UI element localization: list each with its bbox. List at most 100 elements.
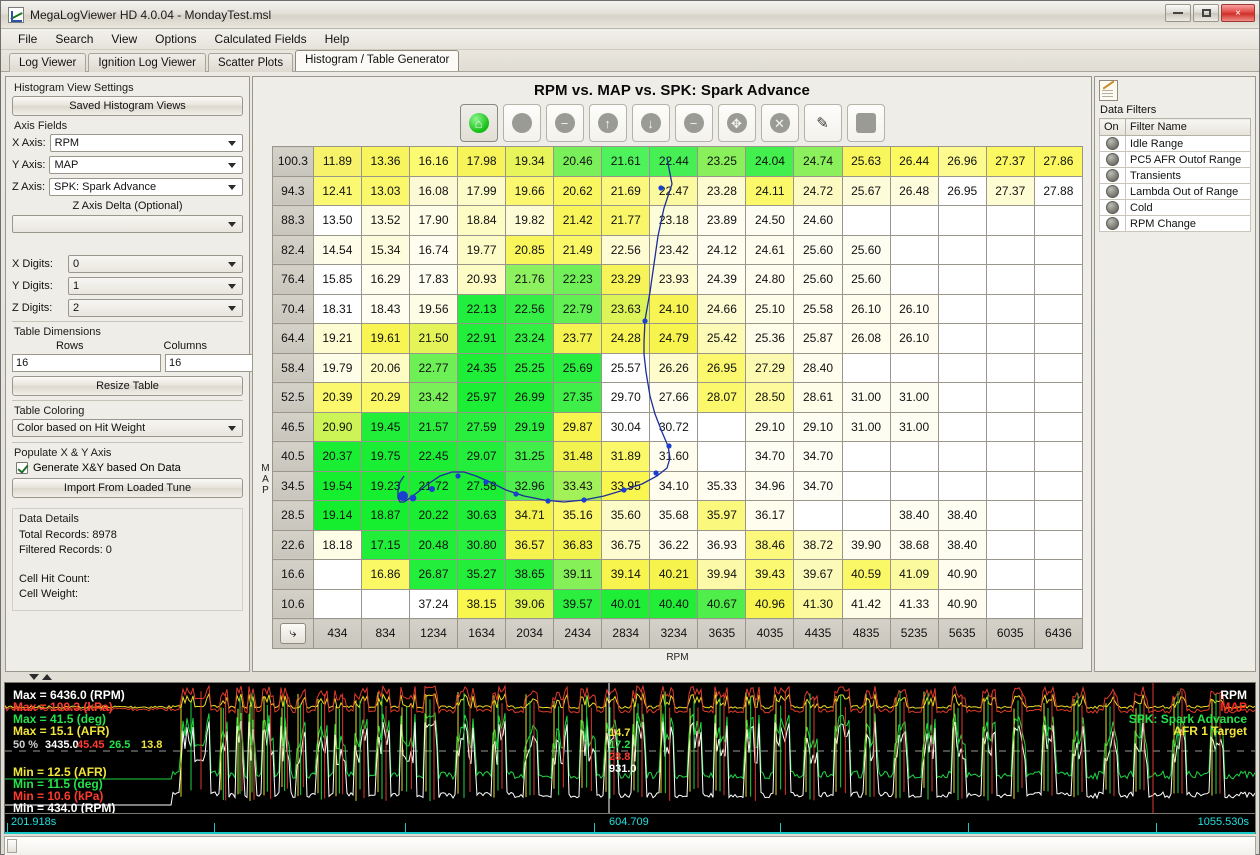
data-cell[interactable]: 35.60 — [601, 500, 651, 531]
data-cell[interactable]: 39.06 — [505, 588, 555, 619]
data-cell[interactable]: 12.41 — [312, 175, 362, 206]
column-header-cell[interactable]: 5235 — [889, 618, 939, 649]
filter-toggle-cell[interactable] — [1099, 151, 1126, 168]
data-cell[interactable]: 27.88 — [1033, 175, 1084, 206]
data-cell[interactable]: 21.50 — [408, 323, 459, 354]
data-cell[interactable] — [360, 588, 410, 619]
column-header-cell[interactable]: 1634 — [457, 618, 507, 649]
data-cell[interactable]: 25.60 — [793, 264, 843, 295]
data-cell[interactable]: 27.37 — [985, 175, 1035, 206]
data-cell[interactable]: 18.87 — [360, 500, 410, 531]
data-cell[interactable]: 31.00 — [889, 411, 939, 442]
data-cell[interactable] — [697, 441, 747, 472]
data-cell[interactable]: 24.39 — [697, 264, 747, 295]
horizontal-scrollbar[interactable] — [4, 836, 1256, 855]
data-cell[interactable] — [1033, 234, 1084, 265]
data-cell[interactable]: 19.34 — [505, 146, 555, 177]
filter-row[interactable]: Lambda Out of Range — [1099, 183, 1251, 200]
x-digits-select[interactable]: 0 — [68, 255, 243, 273]
data-cell[interactable]: 20.85 — [505, 234, 555, 265]
data-cell[interactable]: 38.46 — [745, 529, 795, 560]
data-cell[interactable] — [1033, 264, 1084, 295]
data-cell[interactable]: 22.23 — [553, 264, 603, 295]
data-cell[interactable] — [889, 470, 939, 501]
data-cell[interactable]: 20.22 — [408, 500, 459, 531]
data-cell[interactable]: 33.43 — [553, 470, 603, 501]
data-cell[interactable] — [985, 441, 1035, 472]
data-cell[interactable] — [937, 293, 987, 324]
data-cell[interactable] — [1033, 293, 1084, 324]
data-cell[interactable]: 39.11 — [553, 559, 603, 590]
toolbar-button-arrow-up[interactable]: ↑ — [588, 104, 627, 142]
data-cell[interactable]: 20.62 — [553, 175, 603, 206]
data-cell[interactable] — [937, 470, 987, 501]
data-cell[interactable] — [1033, 352, 1084, 383]
data-cell[interactable]: 24.35 — [457, 352, 507, 383]
filter-led-icon[interactable] — [1106, 201, 1119, 214]
data-cell[interactable] — [985, 500, 1035, 531]
toolbar-button-circle[interactable] — [502, 104, 541, 142]
table-corner-cell[interactable]: ⤷ — [271, 618, 314, 649]
toolbar-button-target[interactable]: ✥ — [717, 104, 756, 142]
collapse-up-icon[interactable] — [42, 674, 52, 680]
data-cell[interactable]: 24.04 — [745, 146, 795, 177]
menu-calculated-fields[interactable]: Calculated Fields — [206, 30, 316, 48]
data-cell[interactable]: 19.56 — [408, 293, 459, 324]
data-cell[interactable]: 21.42 — [553, 205, 603, 236]
tab-histogram-table-generator[interactable]: Histogram / Table Generator — [295, 50, 460, 71]
column-header-cell[interactable]: 434 — [312, 618, 362, 649]
row-header-cell[interactable]: 94.3 — [271, 175, 314, 206]
data-cell[interactable]: 19.75 — [360, 441, 410, 472]
data-cell[interactable]: 30.80 — [457, 529, 507, 560]
data-cell[interactable]: 38.65 — [505, 559, 555, 590]
data-cell[interactable]: 36.22 — [649, 529, 699, 560]
data-cell[interactable]: 22.91 — [457, 323, 507, 354]
data-cell[interactable]: 31.48 — [553, 441, 603, 472]
data-cell[interactable]: 40.59 — [841, 559, 891, 590]
data-cell[interactable] — [985, 323, 1035, 354]
data-cell[interactable]: 19.82 — [505, 205, 555, 236]
data-cell[interactable]: 38.15 — [457, 588, 507, 619]
data-cell[interactable] — [889, 264, 939, 295]
data-cell[interactable] — [985, 382, 1035, 413]
data-cell[interactable]: 23.63 — [601, 293, 651, 324]
column-header-cell[interactable]: 1234 — [408, 618, 459, 649]
filter-toggle-cell[interactable] — [1099, 167, 1126, 184]
data-cell[interactable]: 16.86 — [360, 559, 410, 590]
data-cell[interactable] — [985, 352, 1035, 383]
data-cell[interactable]: 18.84 — [457, 205, 507, 236]
data-cell[interactable]: 31.89 — [601, 441, 651, 472]
data-cell[interactable] — [841, 352, 891, 383]
data-cell[interactable] — [985, 588, 1035, 619]
data-cell[interactable]: 35.27 — [457, 559, 507, 590]
data-cell[interactable]: 21.72 — [408, 470, 459, 501]
filter-led-icon[interactable] — [1106, 217, 1119, 230]
data-cell[interactable]: 34.71 — [505, 500, 555, 531]
data-cell[interactable] — [937, 234, 987, 265]
data-cell[interactable]: 27.58 — [457, 470, 507, 501]
data-cell[interactable]: 39.43 — [745, 559, 795, 590]
generate-xy-checkbox-row[interactable]: Generate X&Y based On Data — [16, 462, 243, 474]
menu-view[interactable]: View — [102, 30, 146, 48]
data-cell[interactable]: 20.37 — [312, 441, 362, 472]
data-cell[interactable]: 24.66 — [697, 293, 747, 324]
menu-search[interactable]: Search — [46, 30, 102, 48]
data-cell[interactable]: 28.50 — [745, 382, 795, 413]
data-cell[interactable] — [1033, 441, 1084, 472]
data-cell[interactable] — [793, 500, 843, 531]
data-cell[interactable]: 39.67 — [793, 559, 843, 590]
filter-led-icon[interactable] — [1106, 169, 1119, 182]
data-cell[interactable]: 36.93 — [697, 529, 747, 560]
filter-toggle-cell[interactable] — [1099, 135, 1126, 152]
data-filters-table[interactable]: On Filter Name Idle Range PC5 AFR Outof Ran… — [1099, 118, 1251, 232]
column-header-cell[interactable]: 6035 — [985, 618, 1035, 649]
y-axis-select[interactable]: MAP — [49, 156, 243, 174]
data-cell[interactable]: 28.07 — [697, 382, 747, 413]
data-cell[interactable]: 25.69 — [553, 352, 603, 383]
filter-row[interactable]: RPM Change — [1099, 215, 1251, 232]
data-cell[interactable]: 34.70 — [793, 441, 843, 472]
data-cell[interactable]: 36.57 — [505, 529, 555, 560]
row-header-cell[interactable]: 82.4 — [271, 234, 314, 265]
data-cell[interactable] — [937, 441, 987, 472]
tab-ignition-log-viewer[interactable]: Ignition Log Viewer — [88, 53, 206, 72]
